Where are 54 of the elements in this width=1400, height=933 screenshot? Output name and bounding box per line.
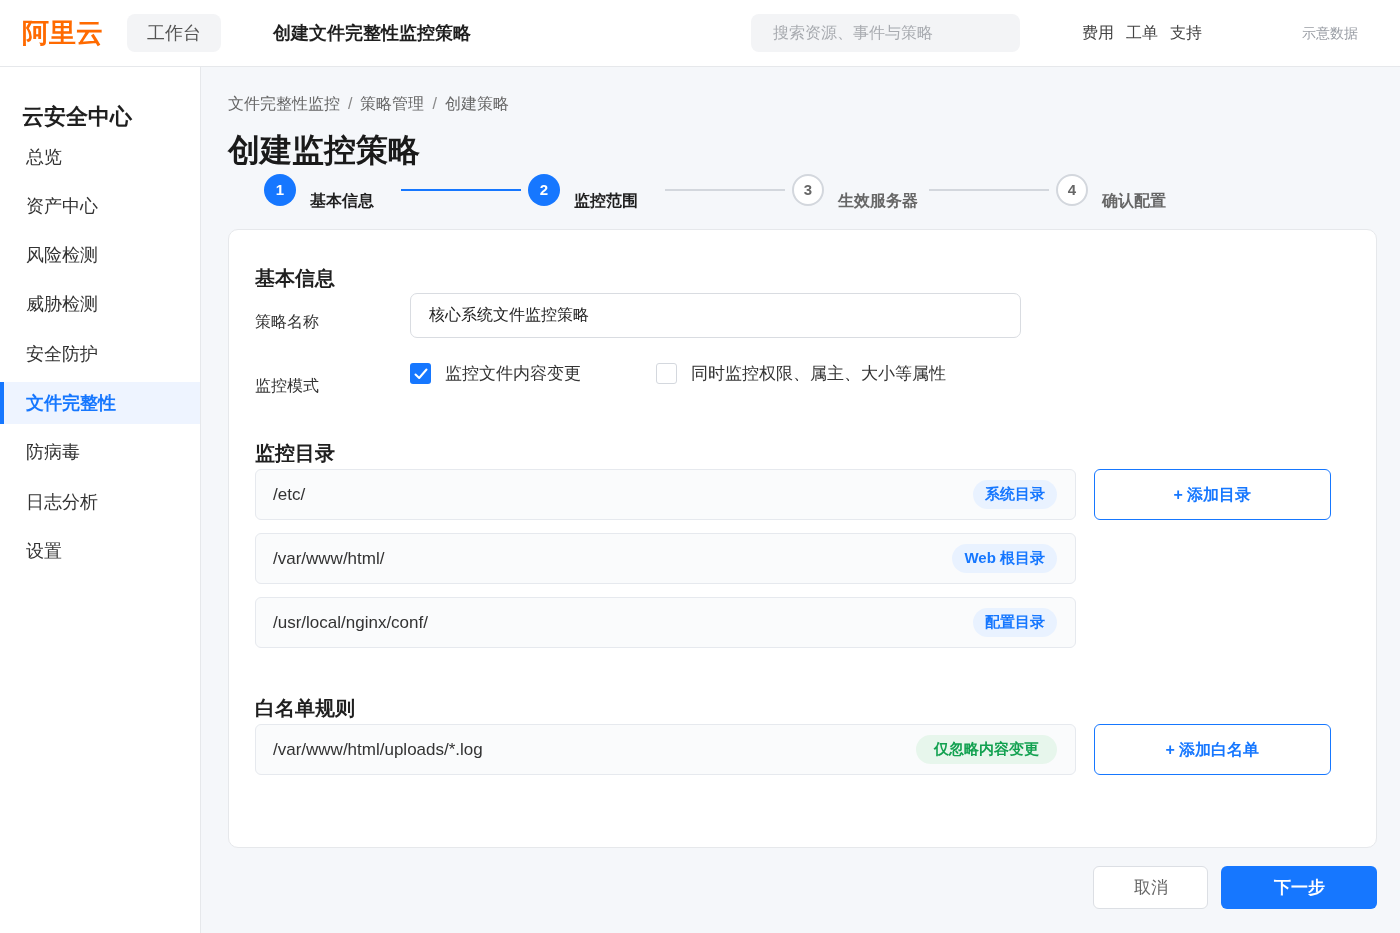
breadcrumb-separator: / [348,94,353,114]
field-label: 监控模式 [255,376,320,396]
breadcrumb-separator: / [432,94,437,114]
current-page-text: 创建策略 [444,94,509,114]
breadcrumb-link[interactable]: 文件完整性监控 [228,92,340,116]
sidebar-item[interactable]: 资产中心 [0,185,200,228]
step-number: 1 [264,174,296,206]
add-whitelist-button[interactable]: + 添加白名单 [1094,724,1331,775]
cancel-button[interactable]: 取消 [1093,866,1208,909]
section-heading: 白名单规则 [255,696,355,721]
step-label: 监控范围 [574,191,638,211]
checkbox-label: 监控文件内容变更 [445,362,581,385]
step-label: 生效服务器 [838,191,918,211]
checkbox-label: 同时监控权限、属主、大小等属性 [691,362,946,385]
step-number: 2 [528,174,560,206]
sidebar-title: 云安全中心 [22,103,132,131]
path-text: /usr/local/nginx/conf/ [273,611,428,634]
sidebar-item[interactable]: 日志分析 [0,481,200,524]
add-directory-button[interactable]: + 添加目录 [1094,469,1331,520]
note-text: 示意数据 [1302,23,1358,43]
sidebar-item[interactable]: 安全防护 [0,333,200,376]
category-tag: 系统目录 [973,480,1057,509]
breadcrumb-link[interactable]: 策略管理 [360,92,425,116]
path-text: /var/www/html/uploads/*.log [273,738,483,761]
field-label: 策略名称 [255,312,320,332]
top-nav-link[interactable]: 支持 [1170,21,1202,45]
section-heading: 基本信息 [255,266,335,291]
sidebar-item[interactable]: 风险检测 [0,234,200,277]
category-tag: 配置目录 [973,608,1057,637]
checkbox[interactable] [410,363,431,384]
category-tag: 仅忽略内容变更 [916,735,1057,764]
step-number: 3 [792,174,824,206]
search-field[interactable]: 搜索资源、事件与策略 [751,14,1020,52]
path-text: /var/www/html/ [273,547,385,570]
input-field[interactable]: 核心系统文件监控策略 [410,293,1021,338]
next-button[interactable]: 下一步 [1221,866,1377,909]
step-number: 4 [1056,174,1088,206]
sidebar-item[interactable]: 文件完整性 [0,382,200,425]
sidebar-item[interactable]: 防病毒 [0,431,200,474]
step-label: 基本信息 [310,191,374,211]
workbench-button[interactable]: 工作台 [127,14,221,52]
sidebar-item[interactable]: 总览 [0,136,200,178]
path-text: /etc/ [273,483,306,506]
sidebar-item[interactable]: 威胁检测 [0,283,200,326]
check-icon [413,367,428,380]
category-tag: Web 根目录 [952,544,1057,573]
page-title: 创建监控策略 [228,131,420,170]
top-bar-title: 创建文件完整性监控策略 [273,21,471,45]
step-label: 确认配置 [1102,191,1166,211]
section-heading: 监控目录 [255,441,335,466]
sidebar-item[interactable]: 设置 [0,530,200,573]
checkbox[interactable] [656,363,677,384]
top-nav-link[interactable]: 工单 [1126,21,1158,45]
top-nav-link[interactable]: 费用 [1082,21,1114,45]
